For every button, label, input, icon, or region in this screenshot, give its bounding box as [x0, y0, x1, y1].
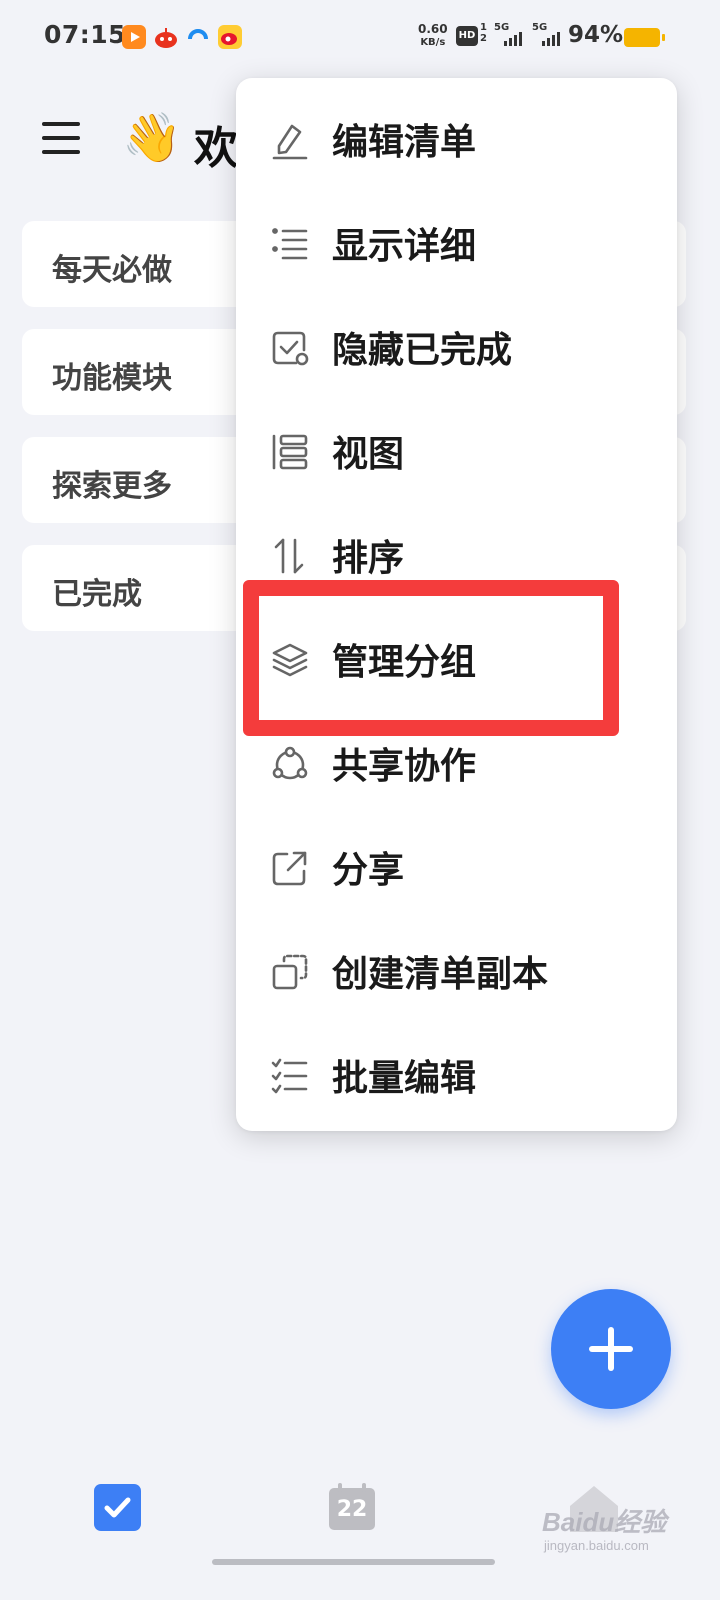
- page-title: 欢: [194, 123, 238, 174]
- plus-icon: [608, 1327, 614, 1371]
- list-card-label: 功能模块: [52, 361, 172, 396]
- menu-item-batch-edit[interactable]: 批量编辑: [236, 1023, 677, 1127]
- battery-icon: [624, 28, 665, 47]
- network-speed-value: 0.60: [418, 22, 448, 36]
- status-time: 07:15: [44, 20, 127, 49]
- hide-completed-icon: [272, 331, 309, 366]
- list-card-label: 探索更多: [52, 469, 172, 504]
- menu-item-show-details[interactable]: 显示详细: [236, 191, 677, 295]
- watermark-url: jingyan.baidu.com: [544, 1538, 649, 1553]
- menu-item-edit-list[interactable]: 编辑清单: [236, 87, 677, 191]
- menu-item-label: 共享协作: [332, 746, 477, 787]
- menu-item-label: 排序: [332, 538, 405, 579]
- hd-sub-top: 1: [480, 22, 487, 33]
- menu-item-view[interactable]: 视图: [236, 399, 677, 503]
- menu-item-label: 显示详细: [332, 226, 477, 267]
- list-card-label: 每天必做: [52, 253, 172, 288]
- menu-item-share[interactable]: 分享: [236, 815, 677, 919]
- list-card-label: 已完成: [52, 577, 142, 612]
- batch-edit-icon: [271, 1058, 308, 1094]
- menu-item-label: 视图: [332, 434, 405, 475]
- hamburger-icon[interactable]: [42, 122, 80, 154]
- menu-item-label: 编辑清单: [332, 122, 477, 163]
- home-indicator[interactable]: [212, 1559, 495, 1565]
- checkbox-icon[interactable]: [94, 1484, 141, 1531]
- share-collab-icon: [272, 746, 308, 780]
- add-task-button[interactable]: [551, 1289, 671, 1409]
- share-external-icon: [272, 851, 307, 886]
- hd-sub-bottom: 2: [480, 33, 487, 44]
- battery-percent: 94%: [568, 22, 624, 48]
- red-app-icon: [154, 25, 178, 49]
- highlight-annotation: [243, 580, 619, 736]
- menu-item-duplicate-list[interactable]: 创建清单副本: [236, 919, 677, 1023]
- pencil-icon: [272, 124, 308, 160]
- signal-label: 5G: [494, 22, 510, 33]
- menu-item-label: 隐藏已完成: [332, 330, 513, 371]
- calendar-icon[interactable]: 22: [328, 1483, 376, 1531]
- sort-icon: [274, 538, 304, 574]
- calendar-day: 22: [336, 1497, 368, 1522]
- menu-item-label: 创建清单副本: [332, 954, 549, 995]
- video-app-icon: [122, 25, 146, 49]
- menu-item-hide-completed[interactable]: 隐藏已完成: [236, 295, 677, 399]
- copy-icon: [272, 954, 308, 990]
- baidu-watermark: Baidu经验 jingyan.baidu.com: [542, 1502, 682, 1562]
- browser-app-icon: [186, 25, 210, 49]
- network-speed: 0.60 KB/s: [418, 23, 448, 49]
- hd-badge: HD: [456, 26, 478, 46]
- signal-label: 5G: [532, 22, 548, 33]
- menu-item-label: 分享: [332, 850, 405, 891]
- wave-emoji: 👋: [122, 110, 182, 166]
- hd-sub: 1 2: [480, 22, 487, 44]
- list-details-icon: [272, 228, 308, 260]
- menu-item-label: 批量编辑: [332, 1058, 477, 1099]
- signal-icon: 5G: [532, 22, 564, 48]
- network-speed-unit: KB/s: [420, 37, 446, 48]
- watermark-logo: Baidu经验: [542, 1507, 667, 1537]
- weibo-app-icon: [218, 25, 242, 49]
- view-layout-icon: [272, 434, 308, 470]
- status-bar: 07:15 0.60 KB/s HD 1 2 5G 5G 94%: [0, 0, 720, 78]
- signal-icon: 5G: [494, 22, 526, 48]
